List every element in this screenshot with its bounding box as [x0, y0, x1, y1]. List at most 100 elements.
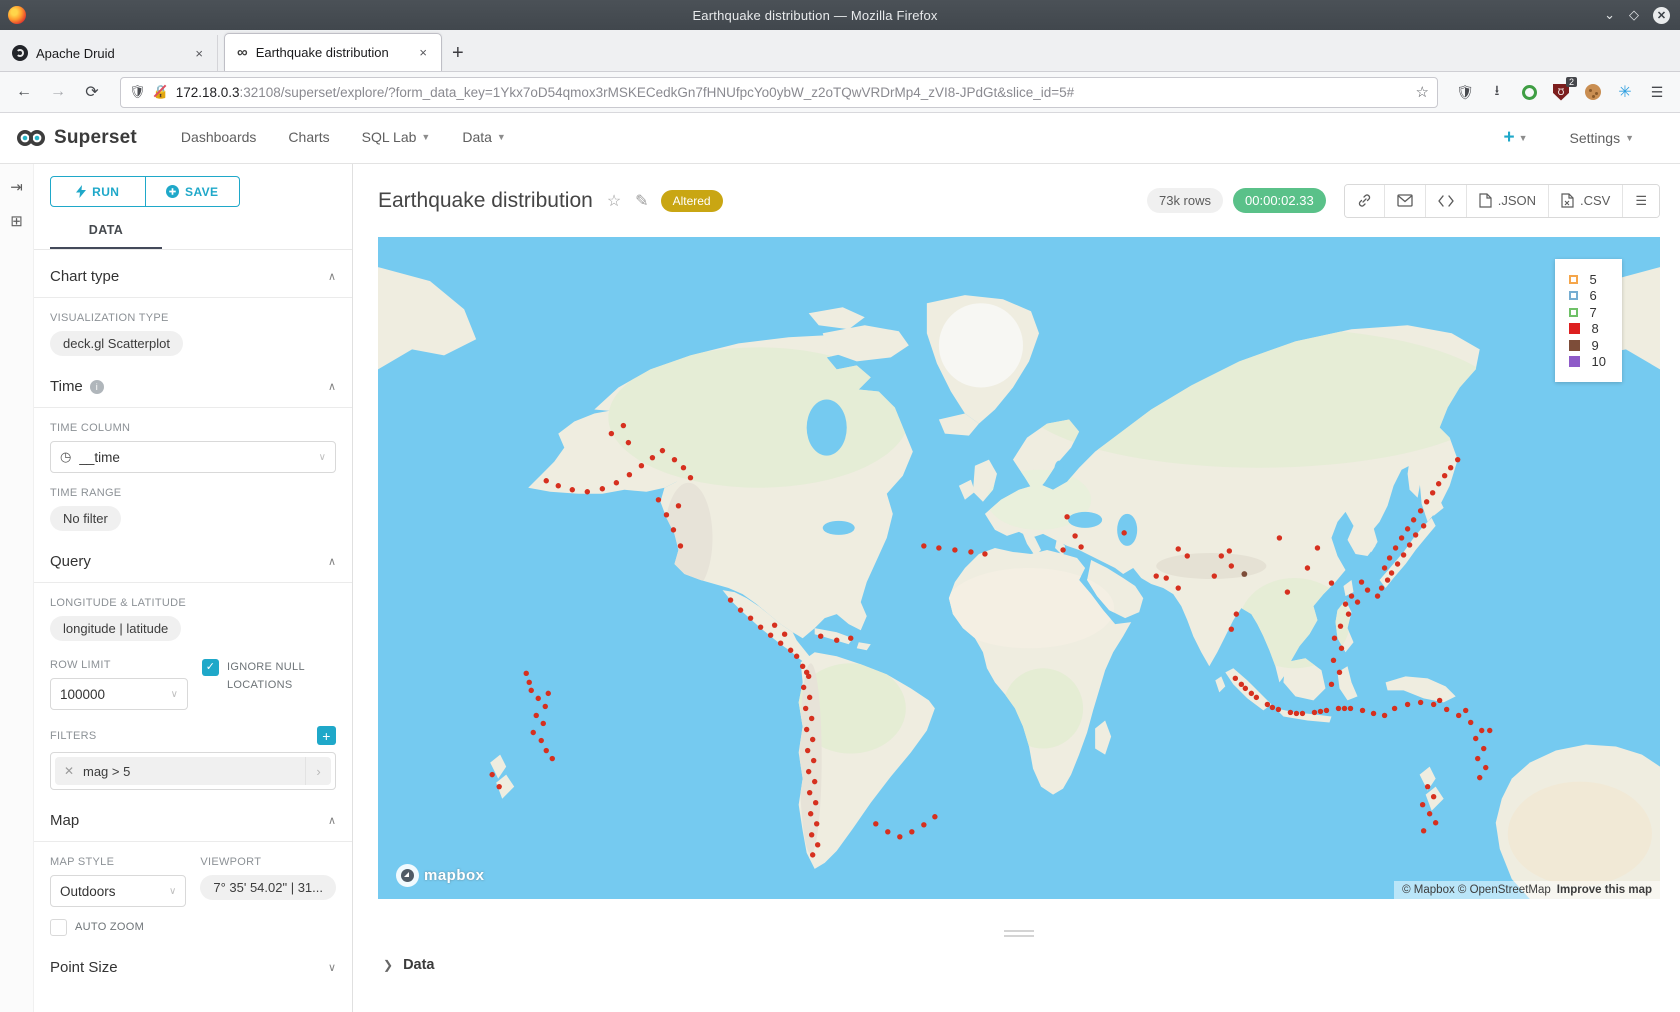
tab-close-icon[interactable]: × [191, 44, 207, 63]
chart-menu-button[interactable]: ☰ [1623, 185, 1659, 217]
section-header-point-size[interactable]: Point Size∨ [50, 959, 336, 988]
row-limit-select[interactable]: 100000 ∨ [50, 678, 188, 710]
section-header-time[interactable]: Timei∧ [50, 378, 336, 407]
earthquake-point[interactable] [1078, 544, 1083, 549]
earthquake-point[interactable] [1332, 636, 1337, 641]
earthquake-point[interactable] [811, 758, 816, 763]
email-button[interactable] [1385, 185, 1426, 217]
cookie-extension-icon[interactable] [1580, 79, 1606, 105]
earthquake-point[interactable] [1176, 546, 1181, 551]
earthquake-point[interactable] [1421, 523, 1426, 528]
earthquake-point[interactable] [1346, 611, 1351, 616]
export-json-button[interactable]: .JSON [1467, 185, 1549, 217]
earthquake-point[interactable] [544, 478, 549, 483]
earthquake-point[interactable] [1407, 542, 1412, 547]
earthquake-point[interactable] [1387, 555, 1392, 560]
add-filter-button[interactable]: + [317, 726, 336, 745]
earthquake-point[interactable] [778, 641, 783, 646]
earthquake-point[interactable] [1405, 526, 1410, 531]
earthquake-point[interactable] [1442, 473, 1447, 478]
earthquake-point[interactable] [1239, 682, 1244, 687]
earthquake-point[interactable] [1392, 706, 1397, 711]
earthquake-point[interactable] [1060, 547, 1065, 552]
earthquake-point[interactable] [1444, 707, 1449, 712]
time-range-value[interactable]: No filter [50, 506, 121, 531]
earthquake-point[interactable] [585, 489, 590, 494]
earthquake-point-mag9[interactable] [1241, 571, 1247, 577]
copy-link-button[interactable] [1345, 185, 1385, 217]
legend-row[interactable]: 9 [1569, 337, 1606, 354]
settings-menu[interactable]: Settings▼ [1569, 130, 1634, 146]
earthquake-point[interactable] [1312, 710, 1317, 715]
earthquake-point[interactable] [1420, 802, 1425, 807]
earthquake-point[interactable] [810, 852, 815, 857]
export-csv-button[interactable]: .CSV [1549, 185, 1623, 217]
map-legend[interactable]: 5678910 [1555, 259, 1622, 382]
section-header-query[interactable]: Query∧ [50, 553, 336, 582]
earthquake-point[interactable] [1243, 686, 1248, 691]
earthquake-point[interactable] [1154, 573, 1159, 578]
embed-code-button[interactable] [1426, 185, 1467, 217]
earthquake-point[interactable] [1343, 601, 1348, 606]
tracking-shield-icon[interactable]: 🛡 [129, 84, 146, 100]
earthquake-point[interactable] [1270, 705, 1275, 710]
dataset-grid-icon[interactable]: ⊞ [10, 212, 23, 230]
earthquake-point[interactable] [738, 607, 743, 612]
earthquake-point[interactable] [681, 465, 686, 470]
earthquake-point[interactable] [1336, 706, 1341, 711]
earthquake-point[interactable] [1477, 775, 1482, 780]
bookmark-star-icon[interactable]: ☆ [1416, 83, 1429, 101]
earthquake-point[interactable] [848, 636, 853, 641]
earthquake-point[interactable] [804, 670, 809, 675]
earthquake-point[interactable] [650, 455, 655, 460]
earthquake-point[interactable] [768, 632, 773, 637]
earthquake-point[interactable] [1339, 646, 1344, 651]
earthquake-point[interactable] [788, 648, 793, 653]
earthquake-point[interactable] [671, 527, 676, 532]
tab-close-icon[interactable]: × [415, 43, 431, 62]
minimize-icon[interactable]: ⌄ [1604, 7, 1615, 23]
earthquake-point[interactable] [1348, 706, 1353, 711]
earthquake-point[interactable] [1294, 711, 1299, 716]
earthquake-point[interactable] [1185, 553, 1190, 558]
earthquake-point[interactable] [1418, 508, 1423, 513]
earthquake-point[interactable] [1430, 490, 1435, 495]
earthquake-point[interactable] [804, 727, 809, 732]
viz-type-value[interactable]: deck.gl Scatterplot [50, 331, 183, 356]
earthquake-point[interactable] [1324, 708, 1329, 713]
earthquake-point[interactable] [541, 721, 546, 726]
earthquake-point[interactable] [672, 457, 677, 462]
earthquake-point[interactable] [1413, 532, 1418, 537]
legend-row[interactable]: 10 [1569, 354, 1606, 371]
favorite-star-icon[interactable]: ☆ [607, 191, 621, 211]
tab-data[interactable]: DATA [50, 223, 162, 249]
auto-zoom-checkbox[interactable]: AUTO ZOOM [50, 919, 186, 937]
earthquake-point[interactable] [1359, 579, 1364, 584]
checkbox-unchecked-icon[interactable] [50, 919, 67, 936]
earthquake-point[interactable] [1455, 457, 1460, 462]
ignore-null-checkbox[interactable]: ✓ IGNORE NULLLOCATIONS [202, 659, 305, 694]
earthquake-point[interactable] [1399, 535, 1404, 540]
legend-row[interactable]: 6 [1569, 288, 1606, 305]
earthquake-point[interactable] [614, 480, 619, 485]
earthquake-point[interactable] [1385, 577, 1390, 582]
earthquake-point[interactable] [1234, 611, 1239, 616]
chevron-right-icon[interactable]: › [305, 757, 331, 785]
earthquake-point[interactable] [897, 834, 902, 839]
forward-button[interactable]: → [44, 78, 72, 106]
panel-drag-handle[interactable] [1004, 927, 1034, 940]
back-button[interactable]: ← [10, 78, 38, 106]
menu-hamburger-icon[interactable]: ☰ [1644, 79, 1670, 105]
improve-map-link[interactable]: Improve this map [1557, 884, 1652, 896]
reload-button[interactable]: ⟳ [78, 78, 106, 106]
earthquake-point[interactable] [1121, 530, 1126, 535]
earthquake-point[interactable] [782, 631, 787, 636]
earthquake-point[interactable] [1337, 670, 1342, 675]
viewport-value[interactable]: 7° 35' 54.02" | 31... [200, 875, 336, 900]
earthquake-point[interactable] [536, 696, 541, 701]
earthquake-point[interactable] [626, 440, 631, 445]
url-text[interactable]: 172.18.0.3:32108/superset/explore/?form_… [176, 85, 1405, 100]
earthquake-point[interactable] [968, 549, 973, 554]
earthquake-point[interactable] [1164, 575, 1169, 580]
earthquake-point[interactable] [1436, 481, 1441, 486]
